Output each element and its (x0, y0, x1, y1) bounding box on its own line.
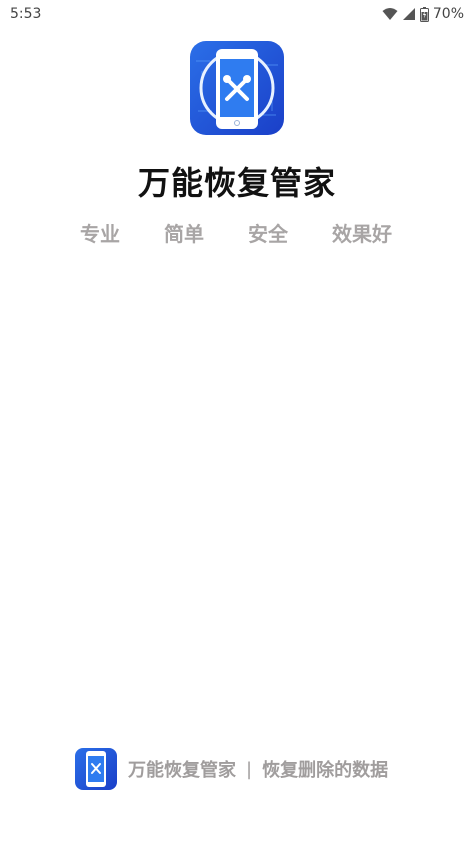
slogan-professional: 专业 (80, 222, 120, 246)
footer-separator: | (246, 758, 253, 780)
app-title: 万能恢复管家 (137, 164, 336, 202)
status-bar: 5:53 70% (0, 0, 474, 28)
footer-app-name: 万能恢复管家 (128, 760, 236, 781)
slogan-effective: 效果好 (332, 222, 392, 246)
battery-percent: 70% (432, 6, 464, 22)
status-time: 5:53 (10, 6, 42, 22)
footer-tagline: 恢复删除的数据 (262, 760, 389, 781)
splash-screen: 5:53 70% 万能恢复管家 专业 简单 安全 效果好 万能恢复管家 | 恢复… (0, 0, 474, 843)
slogan-row: 专业 简单 安全 效果好 (60, 218, 420, 246)
cellular-signal-icon (402, 8, 415, 20)
wifi-icon (382, 8, 398, 20)
footer-brand: 万能恢复管家 | 恢复删除的数据 (75, 747, 388, 791)
slogan-simple: 简单 (164, 222, 204, 246)
battery-icon (419, 6, 429, 22)
footer-logo-icon (75, 748, 117, 790)
status-icons: 70% (382, 6, 464, 22)
slogan-safe: 安全 (248, 222, 288, 246)
footer-text: 万能恢复管家 | 恢复删除的数据 (128, 756, 388, 782)
app-logo-icon (190, 41, 284, 135)
